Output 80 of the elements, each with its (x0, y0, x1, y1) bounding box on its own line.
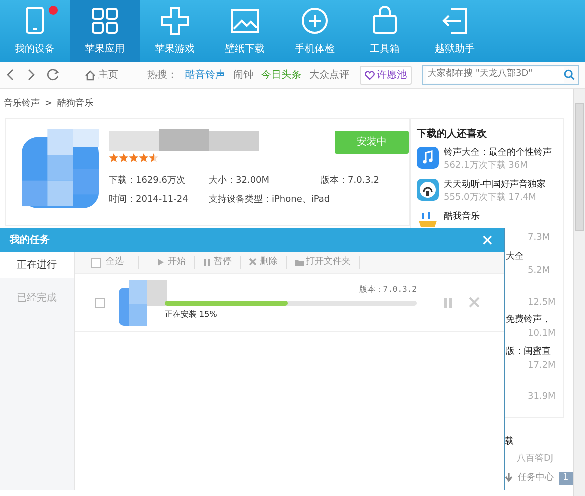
blurred-app-icon (22, 128, 99, 208)
toolbar-action-button[interactable]: 暂停 (195, 256, 241, 270)
app-title-link[interactable]: 铃声大全：最全的个性铃声 (444, 146, 552, 160)
music-note-icon[interactable] (417, 146, 439, 168)
nav-tab[interactable]: 苹果游戏 (140, 0, 210, 62)
scrollbar-thumb[interactable] (575, 103, 584, 231)
hot-link[interactable]: 大众点评 (310, 68, 350, 82)
nav-tab[interactable]: 手机体检 (280, 0, 350, 62)
task-center-button[interactable]: 任务中心 1 (505, 472, 573, 485)
sidebar-title: 下载的人还喜欢 (417, 128, 488, 142)
app-title-fragment: 免费铃声， (506, 314, 552, 327)
nav-tab[interactable]: 工具箱 (350, 0, 420, 62)
forward-icon[interactable] (26, 68, 36, 82)
heart-icon (364, 70, 374, 80)
app-meta: 八百答DJ (517, 453, 554, 466)
app-meta: 562.1万次下载 36M (444, 160, 529, 173)
task-center-label: 任务中心 (518, 472, 554, 484)
hot-link[interactable]: 今日头条 (262, 68, 302, 82)
app-size: 7.3M (528, 232, 550, 244)
app-detail: 版本：7.0.3.2 (321, 175, 380, 188)
star-icon (139, 153, 149, 163)
pause-icon (203, 258, 212, 267)
plus-circle-icon (299, 5, 331, 37)
grid-icon (89, 5, 121, 37)
nav-tab[interactable]: 壁纸下载 (210, 0, 280, 62)
version-label: 版本：7.0.3.2 (359, 284, 417, 296)
section-title-fragment: 载 (505, 436, 515, 448)
cross-icon (159, 5, 191, 37)
app-detail: 下载：1629.6万次 (109, 175, 186, 188)
scrollbar[interactable] (573, 89, 585, 496)
star-icon (129, 153, 139, 163)
app-title-link[interactable]: 天天动听-中国好声音独家 (444, 178, 546, 192)
dialog-title: 我的任务 (10, 234, 50, 248)
app-size: 31.9M (528, 391, 556, 404)
wish-button[interactable]: 许愿池 (360, 66, 412, 84)
toolbar-action-button[interactable]: 打开文件夹 (287, 256, 360, 270)
nav-tab[interactable]: 越狱助手 (420, 0, 490, 62)
search-icon[interactable] (564, 69, 575, 81)
nav-tab[interactable]: 我的设备 (0, 0, 70, 62)
star-icon (149, 153, 159, 163)
app-size: 12.5M (528, 296, 556, 310)
app-title-fragment: 大全 (506, 251, 525, 264)
app-size: 10.1M (528, 328, 556, 341)
install-button[interactable]: 安装中 (335, 130, 409, 154)
hot-link[interactable]: 闹钟 (234, 68, 254, 82)
refresh-icon[interactable] (46, 68, 60, 82)
breadcrumb-separator: > (45, 98, 53, 111)
breadcrumb-link[interactable]: 音乐铃声 (4, 98, 40, 112)
headphone-icon[interactable] (417, 178, 439, 200)
app-detail: 大小：32.00M (209, 175, 271, 188)
select-all-checkbox[interactable]: 全选 (91, 256, 139, 270)
star-icon (109, 153, 119, 163)
app-title-link[interactable]: 酷我音乐 (444, 210, 480, 224)
nav-tab[interactable]: 苹果应用 (70, 0, 140, 62)
home-icon (85, 70, 96, 80)
app-detail: 时间：2014-11-24 (109, 194, 190, 206)
download-icon (505, 473, 513, 484)
search-field[interactable]: 大家都在搜 "天龙八部3D" (422, 65, 579, 85)
home-link[interactable]: 主页 (85, 68, 118, 82)
toolbar-action-button[interactable]: 开始 (149, 256, 195, 270)
app-size: 17.2M (528, 360, 556, 372)
star-icon (119, 153, 129, 163)
task-checkbox[interactable] (95, 298, 105, 308)
close-button[interactable]: × (481, 232, 494, 248)
install-status: 正在安装 15% (165, 308, 218, 321)
breadcrumb-link[interactable]: 酷狗音乐 (58, 98, 94, 112)
dialog-tab[interactable]: 已经完成 (0, 278, 74, 318)
dialog-tab[interactable]: 正在进行 (0, 252, 74, 278)
folder-icon (295, 258, 304, 267)
app-size: 5.2M (528, 265, 550, 278)
app-title-fragment: 版：闺蜜直 (506, 346, 552, 358)
play-icon (157, 258, 166, 267)
toolbar-action-button[interactable]: 删除 (241, 256, 287, 270)
back-icon[interactable] (6, 68, 16, 82)
hot-search-label: 热搜： (148, 68, 178, 82)
app-meta: 555.0万次下载 17.4M (444, 192, 538, 205)
task-count-badge: 1 (559, 472, 573, 485)
app-detail: 支持设备类型：iPhone、iPad (209, 194, 332, 206)
delete-icon (249, 258, 258, 267)
hot-link[interactable]: 酷音铃声 (186, 68, 226, 82)
